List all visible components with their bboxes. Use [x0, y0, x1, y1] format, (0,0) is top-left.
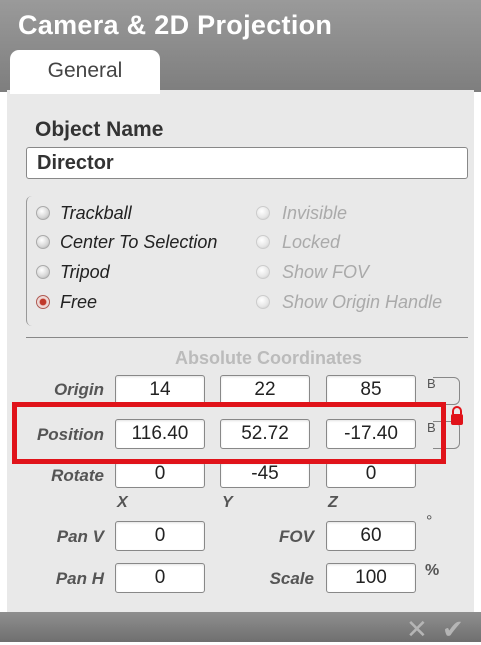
radio-dot — [36, 265, 50, 279]
lock-icon[interactable] — [449, 405, 465, 427]
option-label: Show Origin Handle — [282, 292, 443, 312]
tab-general[interactable]: General — [10, 50, 160, 94]
pan-v-field[interactable]: 0 — [115, 521, 205, 551]
axis-x-label: X — [117, 494, 128, 511]
radio-label: Free — [60, 292, 98, 312]
radio-label: Tripod — [60, 262, 110, 282]
axis-y-label: Y — [222, 494, 233, 511]
fov-field[interactable]: 60 — [326, 521, 416, 551]
origin-z-field[interactable]: 85 — [326, 375, 416, 405]
scale-field[interactable]: 100 — [326, 563, 416, 593]
pan-v-label: Pan V — [56, 527, 104, 546]
option-show-origin-handle[interactable]: Show Origin Handle — [256, 291, 442, 313]
radio-dot-selected — [36, 295, 50, 309]
checkbox-dot — [256, 265, 270, 279]
pan-h-field[interactable]: 0 — [115, 563, 205, 593]
option-show-fov[interactable]: Show FOV — [256, 261, 369, 283]
option-invisible[interactable]: Invisible — [256, 202, 347, 224]
option-locked[interactable]: Locked — [256, 231, 340, 253]
radio-dot — [36, 206, 50, 220]
rotate-y-field[interactable]: -45 — [220, 462, 310, 488]
pan-h-label: Pan H — [55, 569, 104, 588]
window-title: Camera & 2D Projection — [18, 10, 333, 40]
fov-label: FOV — [279, 527, 314, 546]
axis-z-label: Z — [328, 494, 338, 511]
checkbox-dot — [256, 235, 270, 249]
radio-dot — [36, 235, 50, 249]
object-name-label: Object Name — [35, 118, 164, 141]
radio-center-to-selection[interactable]: Center To Selection — [36, 231, 217, 253]
divider — [26, 337, 468, 338]
origin-y-field[interactable]: 22 — [220, 375, 310, 405]
radio-label: Trackball — [60, 203, 132, 223]
coordinates-section-title: Absolute Coordinates — [175, 348, 363, 368]
footer-bar: ✕ ✔ — [0, 612, 481, 645]
radio-trackball[interactable]: Trackball — [36, 202, 132, 224]
origin-lock-bracket — [433, 377, 460, 405]
object-name-field[interactable]: Director — [26, 147, 468, 179]
radio-label: Center To Selection — [60, 232, 218, 252]
origin-label: Origin — [53, 380, 104, 399]
check-icon[interactable]: ✔ — [442, 614, 464, 645]
rotate-z-field[interactable]: 0 — [326, 462, 416, 488]
origin-x-field[interactable]: 14 — [115, 375, 205, 405]
checkbox-dot — [256, 206, 270, 220]
radio-tripod[interactable]: Tripod — [36, 261, 110, 283]
fov-unit: ° — [426, 513, 433, 530]
option-label: Show FOV — [282, 262, 370, 282]
option-label: Invisible — [282, 203, 348, 223]
close-icon[interactable]: ✕ — [406, 614, 428, 645]
scale-label: Scale — [269, 569, 314, 588]
radio-free[interactable]: Free — [36, 291, 97, 313]
rotate-label: Rotate — [51, 466, 104, 485]
option-label: Locked — [282, 232, 341, 252]
position-highlight-box — [12, 402, 446, 464]
scale-unit: % — [425, 562, 440, 579]
rotate-x-field[interactable]: 0 — [115, 462, 205, 488]
checkbox-dot — [256, 295, 270, 309]
